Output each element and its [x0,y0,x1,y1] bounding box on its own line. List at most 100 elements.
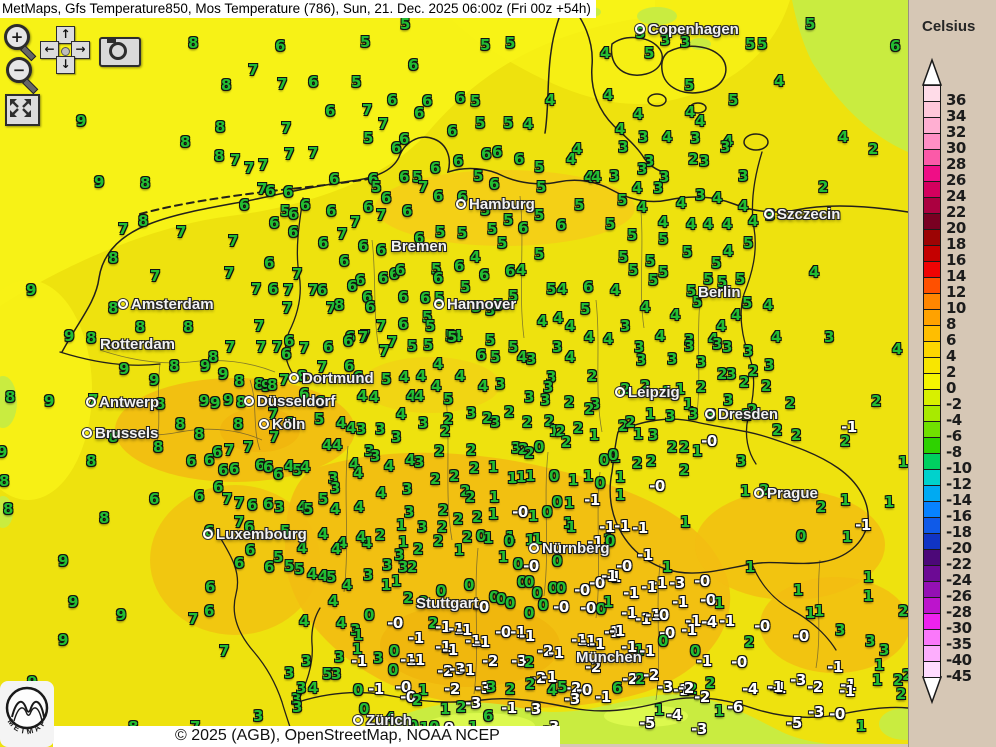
temp-value: 6 [378,269,388,287]
temp-value: 3 [688,405,698,423]
temp-value: 3 [552,338,562,356]
temp-value: 3 [720,138,730,156]
temp-value: 5 [618,248,628,266]
temp-value: 1 [615,486,625,504]
temp-value: 6 [229,460,239,478]
temp-value: 8 [334,296,344,314]
colorbar-box [923,437,941,454]
temp-value: 4 [300,458,310,476]
temp-value: 2 [896,685,906,703]
temp-value: 0 [538,596,548,614]
temp-value: 2 [375,526,385,544]
temp-value: 6 [365,298,375,316]
temp-value: 6 [391,139,401,157]
temp-value: 9 [26,281,36,299]
temp-value: 6 [326,202,336,220]
temp-value: 1 [391,572,401,590]
temp-value: 5 [505,34,515,52]
temp-value: 3 [665,407,675,425]
temp-value: 0 [552,493,562,511]
colorbar-box [923,181,941,198]
zoom-in-button[interactable]: + [4,24,40,60]
temp-value: 3 [486,678,496,696]
temp-value: 5 [534,206,544,224]
temp-value: 6 [556,216,566,234]
temp-value: 4 [332,436,342,454]
temp-value: 0 [608,446,618,464]
temp-value: 0 [595,474,605,492]
temp-value: 3 [330,479,340,497]
temp-value: 4 [738,197,748,215]
temp-value: 1 [489,488,499,506]
temp-value: 0 [353,681,363,699]
temp-value: 5 [273,548,283,566]
temp-value: 5 [443,390,453,408]
temp-value: 7 [378,115,388,133]
temp-value: 4 [330,500,340,518]
colorbar-label: -12 [946,477,972,492]
pan-down-button[interactable]: ↓ [56,56,75,74]
screenshot-button[interactable] [99,37,141,67]
temp-value: 6 [281,345,291,363]
temp-value: 5 [351,73,361,91]
colorbar-box [923,277,941,294]
temp-value: 2 [791,426,801,444]
colorbar-label: -35 [946,637,972,652]
temp-value: 1 [454,541,464,559]
temp-value: -1 [601,567,617,585]
temp-value: -1 [637,546,653,564]
temp-value: 3 [274,498,284,516]
temp-value: 1 [498,548,508,566]
temp-value: 1 [714,594,724,612]
temp-value: 6 [583,278,593,296]
temp-value: 5 [497,234,507,252]
temp-value: -0 [701,432,717,450]
temp-value: 2 [587,367,597,385]
temp-value: 4 [637,198,647,216]
temp-value: 9 [0,443,7,461]
temp-value: -1 [548,644,564,662]
temp-value: -0 [553,598,569,616]
temp-value: 6 [387,91,397,109]
temp-value: 2 [840,432,850,450]
city-label: Düsseldorf [257,393,335,410]
fullscreen-button[interactable] [5,94,40,126]
temp-value: 4 [809,263,819,281]
metmaps-app: 5553386555676545587655466654456764449877… [0,0,996,747]
temp-value: 4 [722,215,732,233]
temp-value: 1 [583,467,593,485]
temp-value: 1 [840,491,850,509]
zoom-out-button[interactable]: − [6,57,42,93]
temp-value: 6 [329,170,339,188]
temp-value: 1 [793,581,803,599]
city-label: Dortmund [302,370,374,387]
temp-value: 6 [339,252,349,270]
temp-value: 4 [615,120,625,138]
pan-pad: ↑ ← → ↓ [40,26,88,74]
city-label: Berlin [698,284,741,301]
colorbar-label: -22 [946,557,972,572]
temp-value: 3 [391,428,401,446]
metmaps-logo[interactable]: METMAPS [0,681,54,747]
city-label: Hannover [447,296,516,313]
temp-value: 9 [44,392,54,410]
temp-value: 2 [739,373,749,391]
temp-value: 1 [603,593,613,611]
temp-value: -2 [694,688,710,706]
temp-value: 6 [505,262,515,280]
temp-value: -1 [409,651,425,669]
temp-value: 5 [371,178,381,196]
temp-value: 4 [670,306,680,324]
colorbar-label: 32 [946,125,966,140]
city-marker-icon [635,24,645,34]
temp-value: 8 [188,34,198,52]
temp-value: 2 [469,459,479,477]
temp-value: -1 [641,578,657,596]
city-marker-icon [86,397,96,407]
temp-value: 7 [350,213,360,231]
temp-value: 7 [243,438,253,456]
temp-value: 5 [757,35,767,53]
temp-value: 3 [690,129,700,147]
weather-map[interactable]: 5553386555676545587655466654456764449877… [0,0,908,747]
temp-value: 4 [433,355,443,373]
